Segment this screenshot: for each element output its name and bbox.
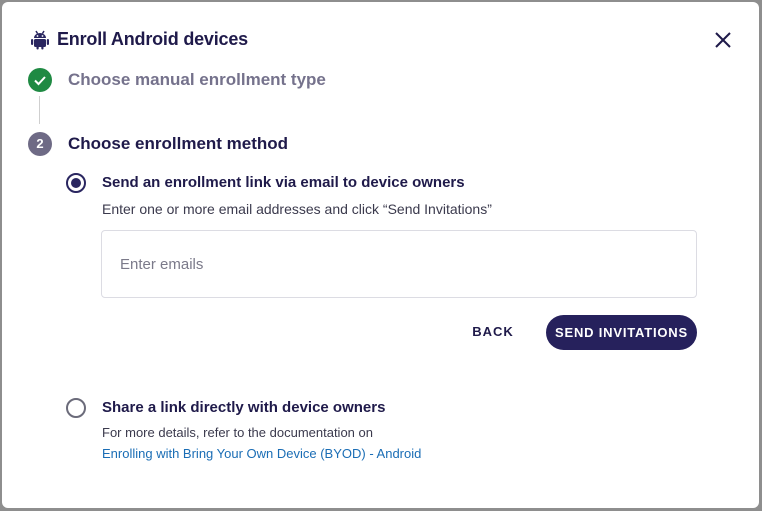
- share-option-description: For more details, refer to the documenta…: [102, 425, 373, 440]
- email-input[interactable]: [101, 230, 697, 298]
- share-option-title[interactable]: Share a link directly with device owners: [102, 399, 385, 416]
- close-icon[interactable]: [712, 29, 734, 51]
- byod-documentation-link[interactable]: Enrolling with Bring Your Own Device (BY…: [102, 446, 421, 461]
- step-completed-badge: [28, 68, 52, 92]
- enroll-dialog: Enroll Android devices Choose manual enr…: [2, 2, 759, 508]
- share-option-radio[interactable]: [66, 398, 86, 418]
- back-button[interactable]: BACK: [467, 316, 519, 348]
- email-option-description: Enter one or more email addresses and cl…: [102, 201, 492, 217]
- send-invitations-button[interactable]: SEND INVITATIONS: [546, 315, 697, 350]
- step-2-label: Choose enrollment method: [68, 134, 289, 153]
- android-icon: [29, 28, 51, 50]
- step-1-label: Choose manual enrollment type: [68, 70, 326, 89]
- step-2-badge: 2: [28, 132, 52, 156]
- email-option-radio[interactable]: [66, 173, 86, 193]
- email-option-title[interactable]: Send an enrollment link via email to dev…: [102, 174, 465, 191]
- dialog-title: Enroll Android devices: [57, 29, 248, 49]
- check-icon: [34, 76, 46, 86]
- step-connector: [39, 96, 40, 124]
